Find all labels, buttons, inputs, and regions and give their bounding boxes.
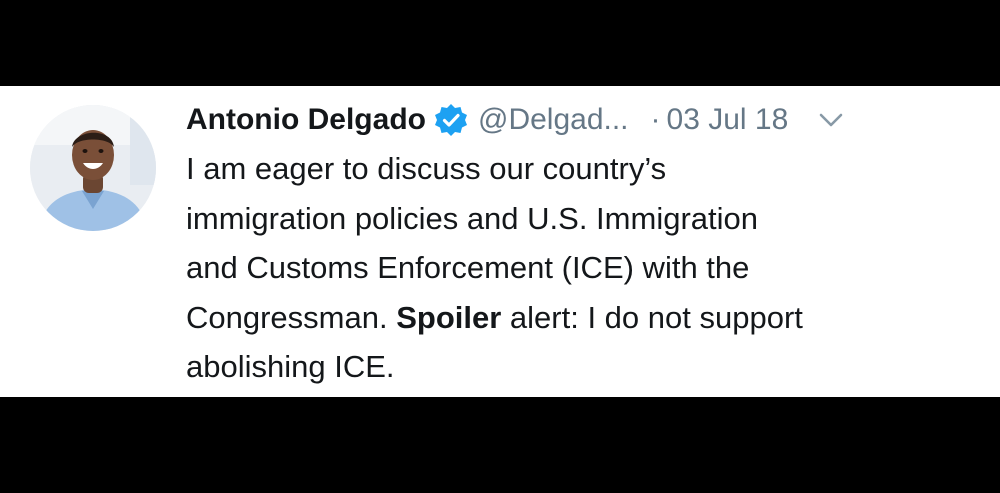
avatar-photo — [30, 105, 156, 231]
chevron-down-icon[interactable] — [818, 110, 844, 130]
tweet-text-line: I am eager to discuss our country’s — [186, 151, 667, 186]
verified-badge-icon — [434, 103, 468, 137]
author-name[interactable]: Antonio Delgado — [186, 103, 426, 137]
tweet-text-line: abolishing ICE. — [186, 349, 395, 384]
author-handle[interactable]: @Delgad... — [478, 103, 629, 137]
tweet-header: Antonio Delgado @Delgad... · 03 Jul 18 — [186, 94, 976, 146]
tweet-card[interactable]: Antonio Delgado @Delgad... · 03 Jul 18 I… — [0, 86, 1000, 397]
tweet-text-segment: alert: I do not support — [501, 299, 803, 335]
avatar[interactable] — [30, 105, 156, 231]
tweet-content: Antonio Delgado @Delgad... · 03 Jul 18 I… — [186, 94, 976, 392]
tweet-text-segment: Congressman. — [186, 299, 397, 335]
tweet-text-line: immigration policies and U.S. Immigratio… — [186, 200, 758, 236]
tweet-text-bold-word: Spoiler — [396, 299, 502, 335]
tweet-text-line: Congressman. Spoiler alert: I do not sup… — [186, 293, 976, 343]
tweet-text-line: and Customs Enforcement (ICE) with the — [186, 250, 750, 285]
separator-dot: · — [650, 103, 661, 136]
tweet-text: I am eager to discuss our country’s immi… — [186, 144, 976, 392]
tweet-date[interactable]: 03 Jul 18 — [667, 103, 789, 137]
screenshot-frame: Antonio Delgado @Delgad... · 03 Jul 18 I… — [0, 0, 1000, 493]
